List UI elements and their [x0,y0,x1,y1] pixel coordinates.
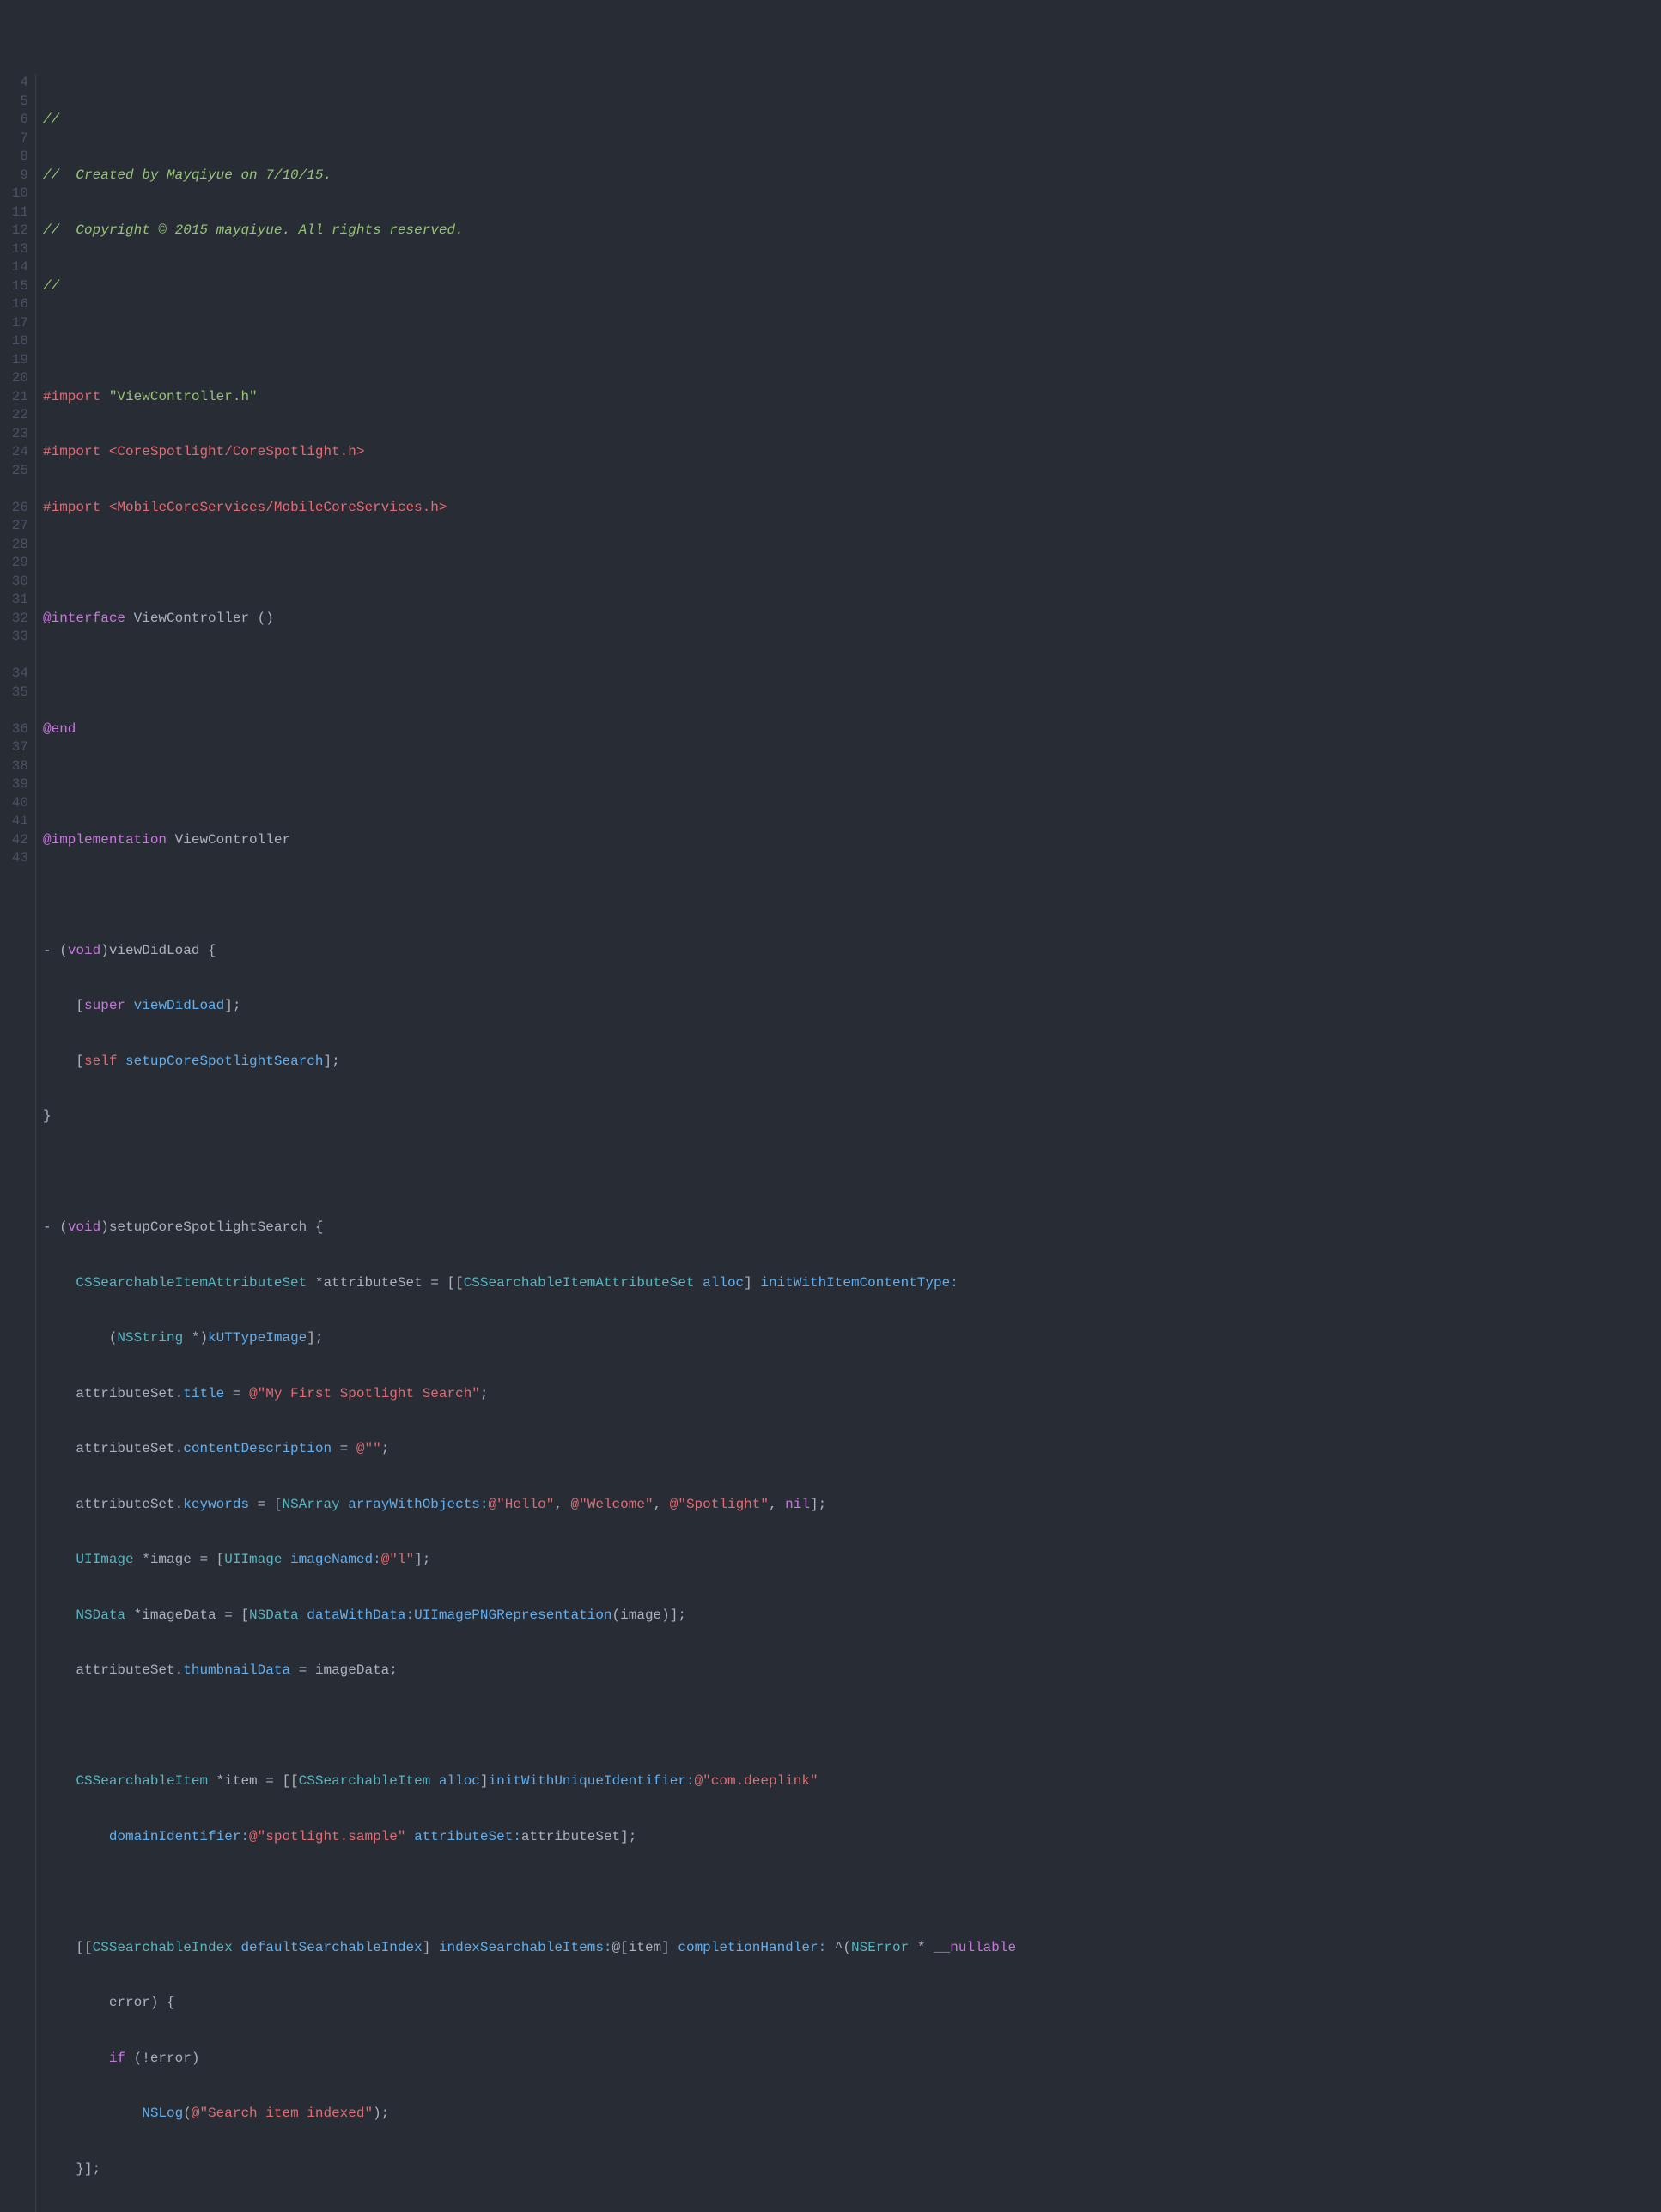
line-number: 17 [0,314,28,333]
line-number: 15 [0,277,28,296]
line-number: 4 [0,74,28,93]
line-number: 25 [0,462,28,481]
line-number: 23 [0,425,28,444]
line-number: 21 [0,388,28,407]
code-line: } [43,1108,1661,1127]
code-line: [[CSSearchableIndex defaultSearchableInd… [43,1939,1661,1958]
line-number: 5 [0,93,28,112]
line-number-gutter: 45678910111213141516171819202122232425 26… [0,74,36,2212]
code-editor[interactable]: 45678910111213141516171819202122232425 26… [0,74,1661,2212]
code-line: #import "ViewController.h" [43,388,1661,407]
line-number: 41 [0,812,28,831]
code-line: - (void)setupCoreSpotlightSearch { [43,1218,1661,1237]
code-area[interactable]: // // Created by Mayqiyue on 7/10/15. //… [36,74,1661,2212]
code-line: CSSearchableItem *item = [[CSSearchableI… [43,1772,1661,1791]
code-line: error) { [43,1994,1661,2013]
code-line: UIImage *image = [UIImage imageNamed:@"l… [43,1551,1661,1570]
line-number: 24 [0,443,28,462]
line-number: 8 [0,148,28,167]
code-line: [self setupCoreSpotlightSearch]; [43,1053,1661,1072]
code-line: // Created by Mayqiyue on 7/10/15. [43,167,1661,185]
code-line: - (void)viewDidLoad { [43,942,1661,961]
line-number: 30 [0,573,28,592]
code-line [43,665,1661,684]
line-number: 37 [0,738,28,757]
code-line: #import <MobileCoreServices/MobileCoreSe… [43,499,1661,518]
code-line: NSLog(@"Search item indexed"); [43,2105,1661,2124]
code-line [43,554,1661,573]
line-number: 42 [0,831,28,850]
line-number: 22 [0,406,28,425]
line-number: 26 [0,499,28,518]
line-number: 38 [0,757,28,776]
line-number: 40 [0,794,28,813]
line-number: 33 [0,628,28,647]
code-line [43,886,1661,905]
code-line: NSData *imageData = [NSData dataWithData… [43,1607,1661,1626]
line-number: 27 [0,517,28,536]
code-line: CSSearchableItemAttributeSet *attributeS… [43,1274,1661,1293]
line-number: 7 [0,130,28,149]
line-number: 16 [0,295,28,314]
line-number: 6 [0,111,28,130]
line-number: 32 [0,610,28,629]
code-line: // Copyright © 2015 mayqiyue. All rights… [43,222,1661,240]
line-number: 20 [0,369,28,388]
line-number: 29 [0,554,28,573]
code-line [43,332,1661,351]
line-number-wrap [0,647,28,665]
code-line: domainIdentifier:@"spotlight.sample" att… [43,1828,1661,1847]
line-number-wrap [0,480,28,499]
line-number: 19 [0,351,28,370]
code-line [43,1717,1661,1736]
code-line: [super viewDidLoad]; [43,997,1661,1016]
code-line: (NSString *)kUTTypeImage]; [43,1329,1661,1348]
code-line [43,1164,1661,1182]
line-number: 39 [0,775,28,794]
code-line: @implementation ViewController [43,831,1661,850]
line-number: 43 [0,849,28,868]
line-number: 18 [0,332,28,351]
code-line: attributeSet.contentDescription = @""; [43,1440,1661,1459]
line-number: 14 [0,258,28,277]
code-line: @interface ViewController () [43,610,1661,629]
line-number: 13 [0,240,28,259]
line-number: 34 [0,665,28,684]
code-line: // [43,277,1661,296]
line-number: 9 [0,167,28,185]
line-number: 11 [0,204,28,222]
line-number-wrap [0,702,28,720]
code-line: attributeSet.thumbnailData = imageData; [43,1662,1661,1680]
code-line: }]; [43,2160,1661,2179]
line-number: 31 [0,591,28,610]
line-number: 12 [0,222,28,240]
code-line: attributeSet.title = @"My First Spotligh… [43,1385,1661,1404]
line-number: 35 [0,684,28,702]
code-line: if (!error) [43,2050,1661,2069]
code-line: // [43,111,1661,130]
line-number: 36 [0,720,28,739]
line-number: 28 [0,536,28,555]
line-number: 10 [0,185,28,204]
code-line [43,1883,1661,1902]
code-line: @end [43,720,1661,739]
code-line [43,775,1661,794]
code-line: #import <CoreSpotlight/CoreSpotlight.h> [43,443,1661,462]
code-line: attributeSet.keywords = [NSArray arrayWi… [43,1496,1661,1515]
